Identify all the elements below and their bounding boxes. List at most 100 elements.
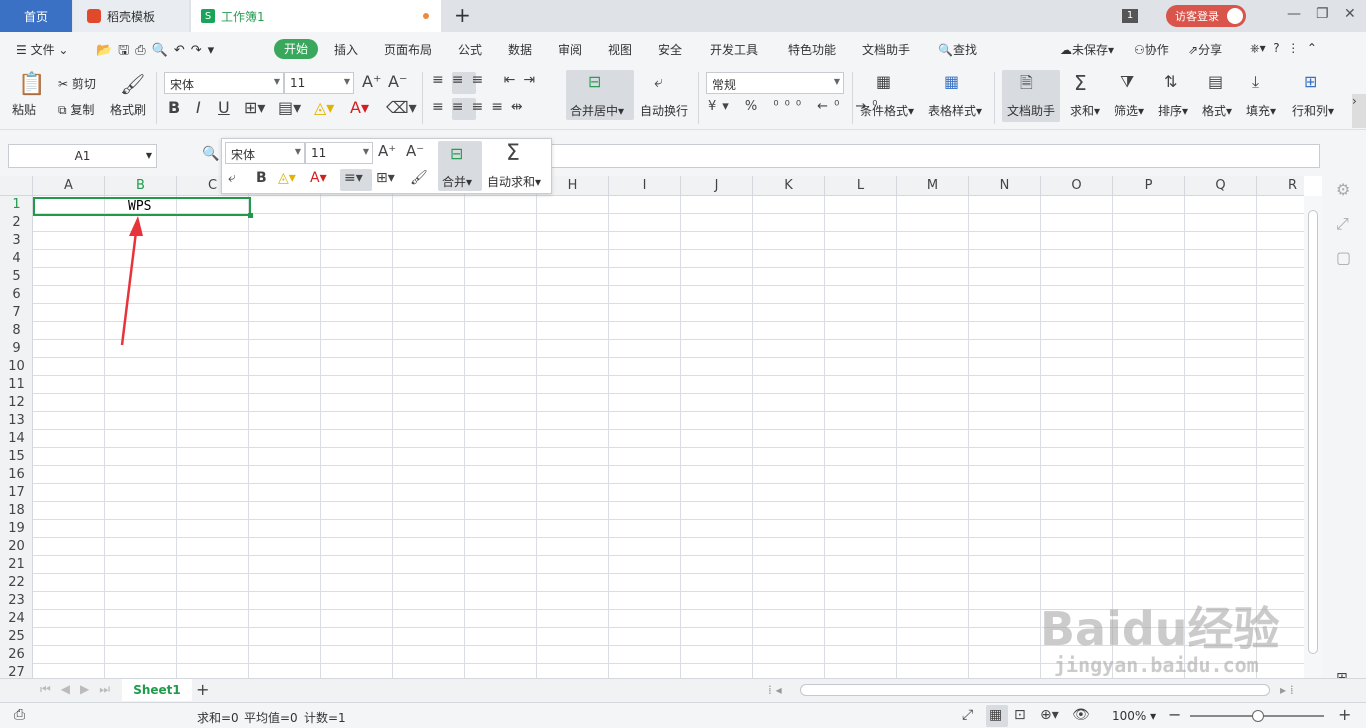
mini-format-painter-icon[interactable]: 🖌 [410, 170, 428, 186]
more-tools-icons[interactable]: ⎈▾ ? ⋮ ⌃ [1250, 41, 1317, 56]
select-all-corner[interactable] [0, 176, 33, 196]
formula-input[interactable] [548, 144, 1320, 168]
italic-icon[interactable]: I [196, 98, 201, 117]
row-header-24[interactable]: 24 [0, 610, 33, 628]
menu-start[interactable]: 开始 [274, 39, 318, 59]
side-tool-icon[interactable]: ⚙ [1336, 180, 1350, 199]
ribbon-scroll-right-icon[interactable]: › [1352, 94, 1366, 128]
row-header-26[interactable]: 26 [0, 646, 33, 664]
restore-icon[interactable]: ❐ [1316, 6, 1329, 22]
column-header-q[interactable]: Q [1185, 176, 1257, 196]
fill-down-icon[interactable]: ⤓ [1252, 72, 1259, 92]
row-header-2[interactable]: 2 [0, 214, 33, 232]
side-tool-icon[interactable]: ⤢ [1336, 214, 1349, 234]
mini-sigma-icon[interactable]: Σ [506, 141, 520, 166]
menu-data[interactable]: 数据 [508, 41, 532, 58]
hscroll-right-icon[interactable]: ▸ ⁞ [1280, 683, 1294, 697]
table-style-button[interactable]: 表格样式▾ [928, 102, 982, 119]
mini-decrease-font-icon[interactable]: A⁻ [406, 142, 424, 160]
vertical-scroll-thumb[interactable] [1308, 210, 1318, 654]
row-header-25[interactable]: 25 [0, 628, 33, 646]
wrap-text-icon[interactable]: ⤶ [654, 72, 663, 92]
search-menu[interactable]: 🔍查找 [938, 41, 977, 58]
mini-bold-icon[interactable]: B [256, 170, 267, 186]
conditional-format-icon[interactable]: ▦ [876, 72, 891, 91]
row-header-6[interactable]: 6 [0, 286, 33, 304]
menu-insert[interactable]: 插入 [334, 41, 358, 58]
brush-icon[interactable]: 🖌 [120, 72, 145, 96]
number-format-select[interactable]: 常规 ▼ [706, 72, 844, 94]
vertical-align-icons[interactable]: ≡≡≡ ⇤⇥ [432, 72, 543, 88]
minimize-icon[interactable]: — [1287, 6, 1301, 22]
row-header-9[interactable]: 9 [0, 340, 33, 358]
window-count-badge[interactable]: 1 [1122, 9, 1138, 23]
sigma-icon[interactable]: Σ [1074, 71, 1087, 95]
hscroll-left-icon[interactable]: ⁞ ◂ [768, 683, 782, 697]
column-header-l[interactable]: L [825, 176, 897, 196]
fullscreen-icon[interactable]: ⤢ [962, 707, 973, 723]
file-menu[interactable]: ☰ 文件 ⌄ [16, 41, 68, 58]
font-color-icon[interactable]: A▾ [350, 98, 369, 117]
font-size-select[interactable]: 11 ▼ [284, 72, 354, 94]
column-header-n[interactable]: N [969, 176, 1041, 196]
filter-button[interactable]: 筛选▾ [1114, 102, 1144, 119]
wrap-text-button[interactable]: 自动换行 [640, 102, 688, 119]
bold-icon[interactable]: B [168, 98, 180, 117]
format-button[interactable]: 格式▾ [1202, 102, 1232, 119]
horizontal-scroll-thumb[interactable] [800, 684, 1270, 696]
mini-merge-icon[interactable]: ⊟ [450, 144, 463, 163]
merge-cells-icon[interactable]: ⊟ [588, 72, 601, 91]
sum-button[interactable]: 求和▾ [1070, 102, 1100, 119]
sheet-tab[interactable]: Sheet1 [122, 679, 192, 701]
font-name-select[interactable]: 宋体 ▼ [164, 72, 284, 94]
fill-button[interactable]: 填充▾ [1246, 102, 1276, 119]
menu-features[interactable]: 特色功能 [788, 41, 836, 58]
doc-assistant-button[interactable]: 文档助手 [1007, 102, 1055, 119]
unsaved-button[interactable]: ☁未保存▾ [1060, 41, 1114, 58]
zoom-out-icon[interactable]: − [1168, 705, 1181, 724]
menu-formula[interactable]: 公式 [458, 41, 482, 58]
row-header-7[interactable]: 7 [0, 304, 33, 322]
tab-template[interactable]: 稻壳模板 [73, 0, 189, 32]
row-header-5[interactable]: 5 [0, 268, 33, 286]
row-header-11[interactable]: 11 [0, 376, 33, 394]
row-header-15[interactable]: 15 [0, 448, 33, 466]
row-header-22[interactable]: 22 [0, 574, 33, 592]
format-painter-button[interactable]: 格式刷 [110, 101, 146, 118]
share-button[interactable]: ⇗分享 [1188, 41, 1222, 58]
side-tool-icon[interactable]: ▢ [1336, 248, 1351, 267]
eye-protection-icon[interactable]: 👁 [1072, 707, 1090, 723]
column-header-b[interactable]: B [105, 176, 177, 196]
horizontal-align-icons[interactable]: ≡≡≡≡⇹ [432, 99, 531, 115]
name-box[interactable]: A1 ▼ [8, 144, 157, 168]
add-sheet-icon[interactable]: + [196, 680, 209, 699]
menu-security[interactable]: 安全 [658, 41, 682, 58]
column-header-o[interactable]: O [1041, 176, 1113, 196]
cut-button[interactable]: ✂ 剪切 [58, 75, 96, 92]
mini-font-color-icon[interactable]: A▾ [310, 170, 327, 186]
row-header-4[interactable]: 4 [0, 250, 33, 268]
zoom-in-icon[interactable]: + [1338, 705, 1351, 724]
copy-button[interactable]: ⧉ 复制 [58, 101, 94, 118]
menu-view[interactable]: 视图 [608, 41, 632, 58]
row-col-button[interactable]: 行和列▾ [1292, 102, 1334, 119]
row-header-12[interactable]: 12 [0, 394, 33, 412]
merge-center-button[interactable]: 合并居中▾ [570, 102, 624, 119]
login-button[interactable]: 访客登录 [1166, 5, 1246, 27]
row-header-23[interactable]: 23 [0, 592, 33, 610]
column-header-k[interactable]: K [753, 176, 825, 196]
menu-doc-assistant[interactable]: 文档助手 [862, 41, 910, 58]
row-header-21[interactable]: 21 [0, 556, 33, 574]
tab-home[interactable]: 首页 [0, 0, 72, 32]
row-header-3[interactable]: 3 [0, 232, 33, 250]
column-header-m[interactable]: M [897, 176, 969, 196]
paste-icon[interactable]: 📋 [18, 72, 45, 97]
sort-button[interactable]: 排序▾ [1158, 102, 1188, 119]
page-break-view-icon[interactable]: ⊡ [1014, 707, 1026, 723]
row-col-icon[interactable]: ⊞ [1304, 72, 1317, 91]
mini-font-size-select[interactable]: 11 ▼ [305, 142, 373, 164]
row-header-16[interactable]: 16 [0, 466, 33, 484]
zoom-select[interactable]: 100% ▾ [1112, 709, 1156, 723]
cell-style-icon[interactable]: ▤▾ [278, 98, 301, 117]
close-icon[interactable]: ✕ [1344, 6, 1356, 22]
